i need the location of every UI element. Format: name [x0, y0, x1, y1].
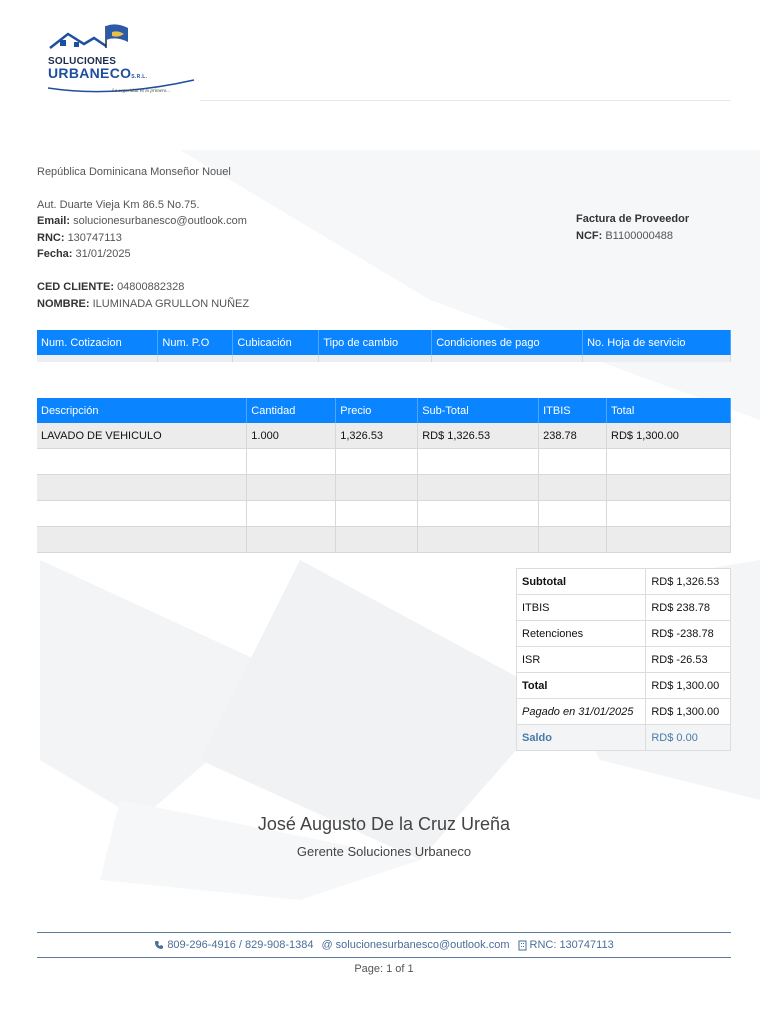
item-total: RD$ 1,300.00 [606, 423, 731, 449]
item-itbis: 238.78 [538, 423, 608, 449]
header-num-po: Num. P.O [157, 330, 234, 355]
table-row: LAVADO DE VEHICULO 1.000 1,326.53 RD$ 1,… [37, 423, 731, 449]
service-table-row [37, 355, 731, 362]
header-cubicacion: Cubicación [232, 330, 320, 355]
header-cantidad: Cantidad [246, 398, 337, 423]
service-info-table: Num. Cotizacion Num. P.O Cubicación Tipo… [37, 330, 731, 362]
footer-rnc-text: RNC: 130747113 [529, 939, 614, 951]
totals-row-total: Total RD$ 1,300.00 [515, 672, 731, 699]
logo-tagline: La seguridad es lo primero... [112, 89, 171, 94]
totals-row-isr: ISR RD$ -26.53 [515, 646, 731, 673]
totals-row-saldo: Saldo RD$ 0.00 [515, 724, 731, 751]
totals-table: Subtotal RD$ 1,326.53 ITBIS RD$ 238.78 Ret… [515, 568, 731, 751]
client-name-label: NOMBRE: [37, 298, 90, 310]
table-row-empty [37, 448, 731, 475]
company-location: República Dominicana Monseñor Nouel [37, 166, 231, 178]
footer-email[interactable]: @ solucionesurbanesco@outlook.com [322, 939, 510, 951]
company-rnc: RNC: 130747113 [37, 232, 122, 244]
logo-word-urbaneco-text: URBANECO [48, 65, 132, 81]
footer-rnc: RNC: 130747113 [518, 939, 614, 951]
client-ced: CED CLIENTE: 04800882328 [37, 281, 184, 293]
email-label: Email: [37, 215, 71, 227]
table-row-empty [37, 474, 731, 501]
client-name: NOMBRE: ILUMINADA GRULLON NUÑEZ [37, 298, 249, 310]
header-total: Total [606, 398, 731, 423]
ced-value: 04800882328 [117, 281, 185, 293]
footer-contact-bar: 809-296-4916 / 829-908-1384 @ soluciones… [37, 932, 731, 958]
building-icon [518, 940, 526, 950]
header-tipo-cambio: Tipo de cambio [318, 330, 433, 355]
service-table-header: Num. Cotizacion Num. P.O Cubicación Tipo… [37, 330, 731, 355]
footer-email-text[interactable]: solucionesurbanesco@outlook.com [336, 939, 510, 951]
date-value: 31/01/2025 [75, 248, 131, 260]
rnc-value: 130747113 [67, 232, 122, 244]
table-row-empty [37, 500, 731, 527]
totals-row-subtotal: Subtotal RD$ 1,326.53 [515, 568, 731, 595]
item-quantity: 1.000 [246, 423, 337, 449]
header-descripcion: Descripción [37, 398, 248, 423]
header-hoja-servicio: No. Hoja de servicio [582, 330, 731, 355]
header-divider [200, 100, 730, 101]
invoice-type: Factura de Proveedor [576, 213, 690, 225]
signature-title: Gerente Soluciones Urbaneco [296, 844, 472, 859]
rnc-label: RNC: [37, 232, 65, 244]
footer-phone-text: 809-296-4916 / 829-908-1384 [167, 939, 314, 951]
totals-row-pagado: Pagado en 31/01/2025 RD$ 1,300.00 [515, 698, 731, 725]
items-table-header: Descripción Cantidad Precio Sub-Total IT… [37, 398, 731, 423]
header-num-cotizacion: Num. Cotizacion [37, 330, 159, 355]
email-value: solucionesurbanesco@outlook.com [73, 215, 247, 227]
logo-word-urbaneco: URBANECOS.R.L. [48, 65, 147, 81]
page-number: Page: 1 of 1 [354, 963, 414, 975]
item-subtotal: RD$ 1,326.53 [417, 423, 540, 449]
header-precio: Precio [335, 398, 419, 423]
header-condiciones-pago: Condiciones de pago [431, 330, 584, 355]
company-address: Aut. Duarte Vieja Km 86.5 No.75. [37, 199, 200, 211]
footer-phone: 809-296-4916 / 829-908-1384 [154, 939, 314, 951]
invoice-date: Fecha: 31/01/2025 [37, 248, 131, 260]
ncf-value: B1100000488 [605, 230, 674, 242]
logo-suffix: S.R.L. [131, 74, 148, 80]
invoice-ncf: NCF: B1100000488 [576, 230, 673, 242]
client-name-value: ILUMINADA GRULLON NUÑEZ [92, 298, 250, 310]
table-row-empty [37, 526, 731, 553]
totals-row-itbis: ITBIS RD$ 238.78 [515, 594, 731, 621]
at-icon: @ [321, 939, 333, 951]
ncf-label: NCF: [576, 230, 603, 242]
items-table: Descripción Cantidad Precio Sub-Total IT… [37, 398, 731, 553]
phone-icon [155, 941, 164, 949]
header-subtotal: Sub-Total [417, 398, 540, 423]
header-itbis: ITBIS [538, 398, 608, 423]
item-description: LAVADO DE VEHICULO [37, 423, 248, 449]
company-logo: SOLUCIONES URBANECOS.R.L. La seguridad e… [44, 22, 204, 102]
ced-label: CED CLIENTE: [37, 281, 114, 293]
item-price: 1,326.53 [335, 423, 419, 449]
company-email: Email: solucionesurbanesco@outlook.com [37, 215, 247, 227]
date-label: Fecha: [37, 248, 73, 260]
signature-name: José Augusto De la Cruz Ureña [257, 814, 511, 834]
totals-row-retenciones: Retenciones RD$ -238.78 [515, 620, 731, 647]
